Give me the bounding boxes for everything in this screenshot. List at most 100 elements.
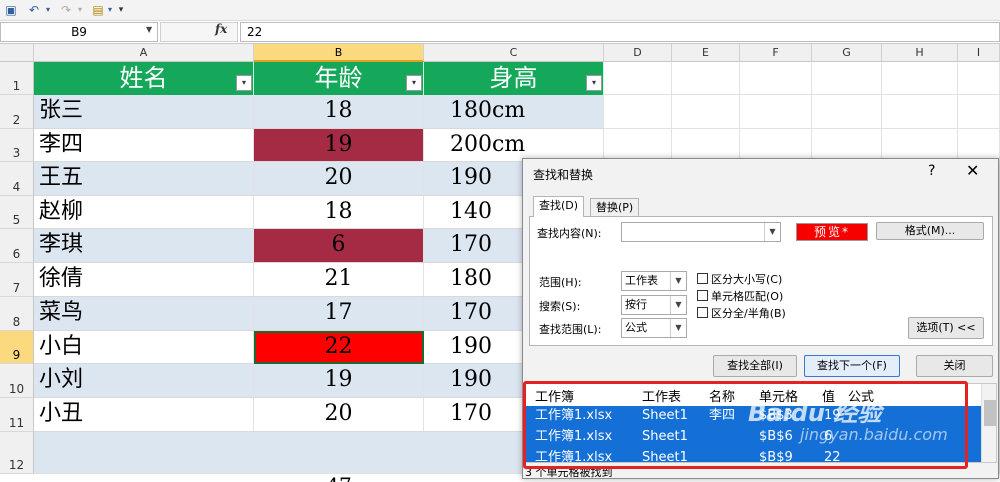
empty-cell[interactable] xyxy=(882,62,958,95)
name-cell[interactable]: 小刘 xyxy=(34,364,254,398)
chevron-down-icon[interactable]: ▼ xyxy=(670,319,686,337)
match-case-checkbox[interactable]: 区分大小写(C) xyxy=(697,271,782,287)
row-header[interactable]: 2 xyxy=(0,95,34,129)
column-header-i[interactable]: I xyxy=(958,44,1000,62)
header-cell[interactable]: 姓名 ▾ xyxy=(34,62,254,95)
find-next-button[interactable]: 查找下一个(F) xyxy=(804,355,900,377)
tab-find[interactable]: 查找(D) xyxy=(533,196,585,217)
empty-cell[interactable] xyxy=(882,95,958,129)
row-header[interactable]: 10 xyxy=(0,364,34,398)
name-cell[interactable]: 李四 xyxy=(34,129,254,162)
row-header[interactable]: 4 xyxy=(0,162,34,196)
name-box[interactable]: B9 xyxy=(0,22,158,42)
select-all-corner[interactable] xyxy=(0,44,34,62)
header-cell[interactable]: 身高 ▾ xyxy=(424,62,604,95)
column-header-h[interactable]: H xyxy=(882,44,958,62)
customize-toolbar-icon[interactable]: ▾ xyxy=(116,2,126,18)
tab-replace[interactable]: 替换(P) xyxy=(590,198,640,218)
partial-cell[interactable]: 47 xyxy=(254,474,424,482)
row-header[interactable]: 8 xyxy=(0,297,34,331)
age-cell[interactable]: 18 xyxy=(254,196,424,229)
empty-cell[interactable] xyxy=(812,62,882,95)
undo-icon[interactable]: ↶ xyxy=(26,2,42,18)
formula-input[interactable]: 22 xyxy=(240,22,1000,42)
search-order-select[interactable]: 按行 ▼ xyxy=(621,295,687,315)
undo-dropdown-icon[interactable]: ▾ xyxy=(44,2,52,18)
row-header[interactable]: 9 xyxy=(0,331,34,364)
column-header-e[interactable]: E xyxy=(672,44,740,62)
format-button[interactable]: 格式(M)... xyxy=(876,222,984,240)
close-button[interactable]: 关闭 xyxy=(916,355,993,377)
find-what-input[interactable]: ▼ xyxy=(621,222,781,242)
filter-dropdown-icon[interactable]: ▾ xyxy=(236,75,252,91)
name-cell[interactable]: 张三 xyxy=(34,95,254,129)
column-header-c[interactable]: C xyxy=(424,44,604,62)
header-cell[interactable]: 年龄 ▾ xyxy=(254,62,424,95)
function-icon[interactable]: fx xyxy=(215,22,227,36)
age-cell[interactable]: 20 xyxy=(254,398,424,432)
paste-icon[interactable]: ▤ xyxy=(90,2,106,18)
paste-dropdown-icon[interactable]: ▾ xyxy=(106,2,114,18)
results-header-sheet[interactable]: 工作表 xyxy=(642,386,681,405)
filter-dropdown-icon[interactable]: ▾ xyxy=(406,75,422,91)
empty-cell[interactable] xyxy=(672,95,740,129)
row-header[interactable]: 5 xyxy=(0,196,34,229)
age-cell[interactable]: 20 xyxy=(254,162,424,196)
name-cell[interactable]: 李琪 xyxy=(34,229,254,263)
empty-cell[interactable] xyxy=(740,95,812,129)
within-select[interactable]: 工作表 ▼ xyxy=(621,271,687,291)
age-cell[interactable]: 19 xyxy=(254,364,424,398)
height-cell[interactable]: 180cm xyxy=(424,95,604,129)
column-header-g[interactable]: G xyxy=(812,44,882,62)
results-header-book[interactable]: 工作簿 xyxy=(535,386,574,405)
empty-cell[interactable] xyxy=(604,95,672,129)
look-in-select[interactable]: 公式 ▼ xyxy=(621,318,687,338)
results-header-name[interactable]: 名称 xyxy=(709,386,735,405)
column-header-a[interactable]: A xyxy=(34,44,254,62)
filter-dropdown-icon[interactable]: ▾ xyxy=(586,75,602,91)
row-header[interactable]: 6 xyxy=(0,229,34,263)
name-cell[interactable]: 赵柳 xyxy=(34,196,254,229)
chevron-down-icon[interactable]: ▼ xyxy=(764,223,780,241)
chevron-down-icon[interactable]: ▼ xyxy=(670,272,686,290)
empty-cell[interactable] xyxy=(958,95,1000,129)
options-button[interactable]: 选项(T) << xyxy=(908,317,984,339)
row-header[interactable]: 1 xyxy=(0,62,34,95)
name-cell[interactable]: 小丑 xyxy=(34,398,254,432)
row-header[interactable]: 12 xyxy=(0,432,34,474)
match-width-checkbox[interactable]: 区分全/半角(B) xyxy=(697,305,786,321)
scrollbar-thumb[interactable] xyxy=(984,400,996,426)
column-header-d[interactable]: D xyxy=(604,44,672,62)
redo-icon[interactable]: ↷ xyxy=(58,2,74,18)
result-row[interactable]: 工作簿1.xlsx Sheet1 $B$9 22 xyxy=(526,448,981,463)
row-header[interactable]: 7 xyxy=(0,263,34,297)
row-header[interactable]: 3 xyxy=(0,129,34,162)
save-icon[interactable]: ▣ xyxy=(4,2,18,18)
empty-cell[interactable] xyxy=(604,62,672,95)
redo-dropdown-icon[interactable]: ▾ xyxy=(76,2,84,18)
name-box-dropdown-icon[interactable]: ▼ xyxy=(146,25,152,34)
age-cell[interactable]: 18 xyxy=(254,95,424,129)
result-cell: $B$9 xyxy=(759,450,793,463)
name-cell[interactable]: 菜鸟 xyxy=(34,297,254,331)
close-icon[interactable]: ✕ xyxy=(966,161,979,180)
empty-cell[interactable] xyxy=(958,62,1000,95)
match-entire-checkbox[interactable]: 单元格匹配(O) xyxy=(697,288,783,304)
help-icon[interactable]: ? xyxy=(928,163,935,179)
name-cell[interactable]: 小白 xyxy=(34,331,254,364)
find-all-button[interactable]: 查找全部(I) xyxy=(713,355,797,377)
empty-cell[interactable] xyxy=(672,62,740,95)
chevron-down-icon[interactable]: ▼ xyxy=(670,296,686,314)
empty-cell[interactable] xyxy=(812,95,882,129)
row-header[interactable]: 11 xyxy=(0,398,34,432)
age-cell[interactable]: 19 xyxy=(254,129,424,162)
column-header-f[interactable]: F xyxy=(740,44,812,62)
age-cell[interactable]: 22 xyxy=(254,331,424,364)
age-cell[interactable]: 17 xyxy=(254,297,424,331)
empty-cell[interactable] xyxy=(740,62,812,95)
column-header-b[interactable]: B xyxy=(254,44,424,62)
age-cell[interactable]: 6 xyxy=(254,229,424,263)
name-cell[interactable]: 王五 xyxy=(34,162,254,196)
age-cell[interactable]: 21 xyxy=(254,263,424,297)
name-cell[interactable]: 徐倩 xyxy=(34,263,254,297)
